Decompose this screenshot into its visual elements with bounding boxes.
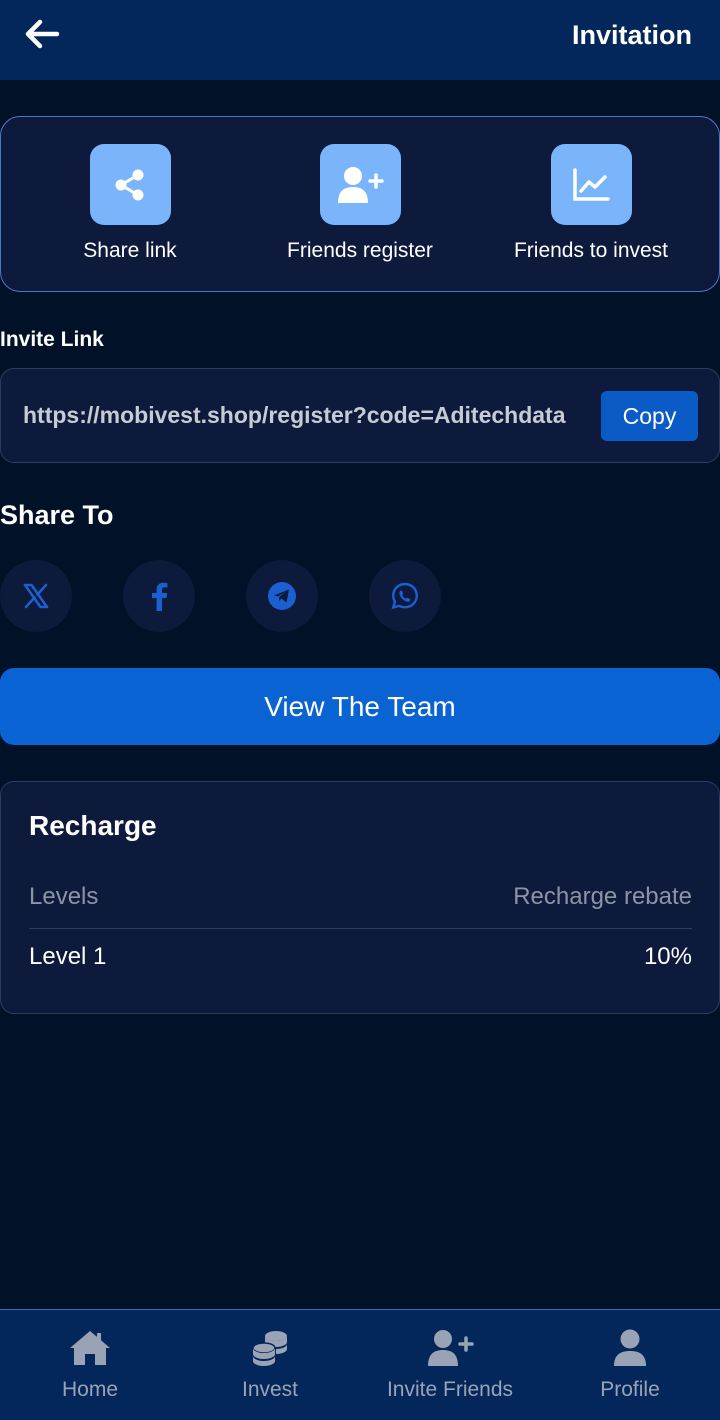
x-twitter-icon bbox=[23, 583, 49, 609]
user-icon bbox=[614, 1329, 646, 1366]
table-cell-rebate: 10% bbox=[643, 943, 692, 970]
column-header-levels: Levels bbox=[29, 883, 99, 910]
step-label: Friends to invest bbox=[513, 239, 669, 262]
table-cell-level: Level 1 bbox=[29, 943, 107, 970]
user-plus-icon bbox=[338, 166, 384, 203]
nav-item-profile[interactable]: Profile bbox=[540, 1328, 720, 1404]
share-to-title: Share To bbox=[0, 500, 114, 530]
step-label: Friends register bbox=[287, 239, 433, 262]
invite-steps-card: Share link Friends register Friends to i… bbox=[0, 116, 720, 292]
step-label: Share link bbox=[83, 239, 177, 262]
friends-invest-icon-box bbox=[550, 144, 632, 225]
share-x-button[interactable] bbox=[0, 560, 72, 632]
whatsapp-icon bbox=[391, 582, 419, 610]
share-link-icon-box bbox=[89, 144, 171, 225]
recharge-card: Recharge Levels Recharge rebate Level 1 … bbox=[0, 781, 720, 1014]
friends-register-icon-box bbox=[319, 144, 401, 225]
user-plus-icon bbox=[428, 1330, 474, 1366]
nav-label: Home bbox=[61, 1378, 119, 1401]
bottom-nav: Home Invest Invite Friends Profile bbox=[0, 1309, 720, 1420]
coins-icon bbox=[252, 1331, 287, 1366]
table-divider bbox=[29, 928, 692, 929]
back-button[interactable] bbox=[22, 16, 62, 52]
step-share-link: Share link bbox=[20, 144, 240, 264]
nav-item-invite-friends[interactable]: Invite Friends bbox=[360, 1328, 540, 1404]
nav-label: Invite Friends bbox=[386, 1378, 514, 1401]
recharge-title: Recharge bbox=[29, 810, 157, 841]
share-telegram-button[interactable] bbox=[246, 560, 318, 632]
share-icon bbox=[115, 169, 144, 200]
share-facebook-button[interactable] bbox=[123, 560, 195, 632]
share-whatsapp-button[interactable] bbox=[369, 560, 441, 632]
nav-item-home[interactable]: Home bbox=[0, 1328, 180, 1404]
home-icon bbox=[70, 1331, 110, 1365]
step-friends-register: Friends register bbox=[250, 144, 470, 264]
invite-link-text: https://mobivest.shop/register?code=Adit… bbox=[23, 402, 566, 428]
arrow-left-icon bbox=[25, 19, 60, 49]
nav-item-invest[interactable]: Invest bbox=[180, 1328, 360, 1404]
view-team-button[interactable]: View The Team bbox=[0, 668, 720, 745]
facebook-icon bbox=[152, 582, 168, 611]
nav-label: Profile bbox=[600, 1378, 660, 1401]
invite-link-box: https://mobivest.shop/register?code=Adit… bbox=[0, 368, 720, 463]
column-header-rebate: Recharge rebate bbox=[513, 883, 692, 910]
app-header: Invitation bbox=[0, 0, 720, 80]
invite-link-label: Invite Link bbox=[0, 328, 104, 351]
step-friends-invest: Friends to invest bbox=[481, 144, 701, 264]
line-chart-icon bbox=[573, 167, 610, 201]
nav-label: Invest bbox=[241, 1378, 299, 1401]
copy-button[interactable]: Copy bbox=[601, 391, 698, 441]
telegram-icon bbox=[268, 582, 296, 610]
page-title: Invitation bbox=[572, 20, 692, 50]
